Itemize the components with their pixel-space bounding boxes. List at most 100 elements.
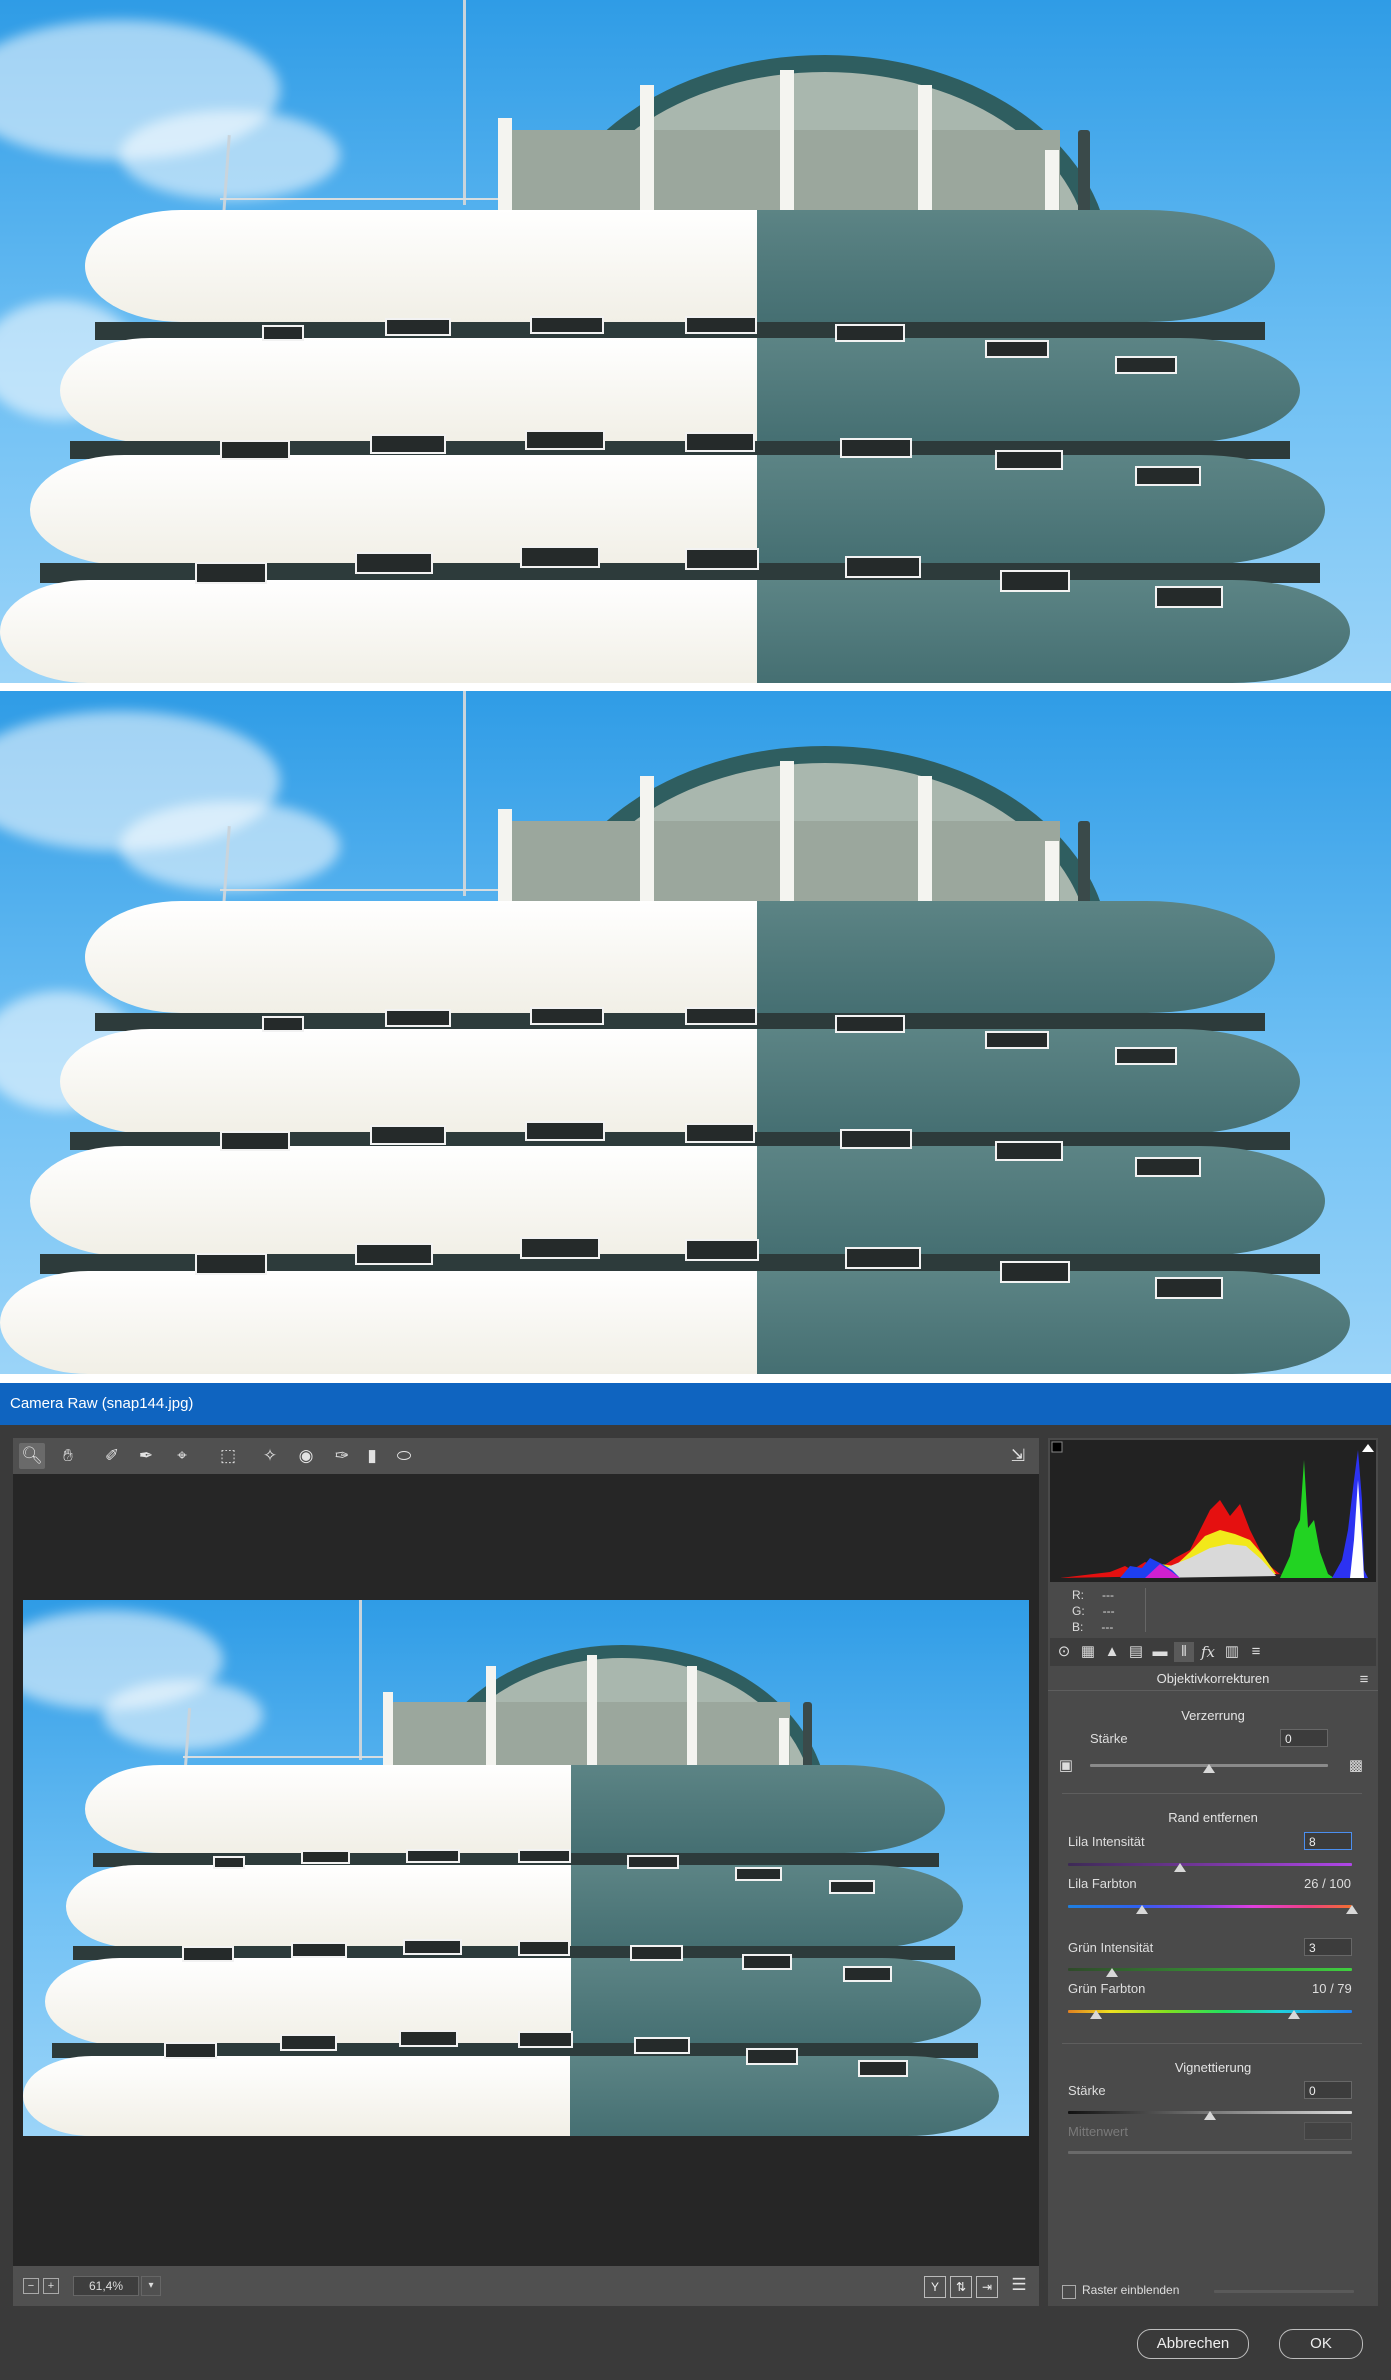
color-sampler-icon[interactable]: ✒ [133, 1443, 159, 1469]
tab-camera-calibration-icon[interactable]: ▥ [1222, 1642, 1242, 1662]
before-after-toggle-icon[interactable]: Y [924, 2276, 946, 2298]
cloud [120, 801, 340, 891]
swap-settings-icon[interactable]: ⇅ [950, 2276, 972, 2298]
barrel-distortion-icon: ▣ [1058, 1757, 1074, 1774]
window [1135, 466, 1201, 486]
vignetting-amount-label: Stärke [1068, 2083, 1106, 2098]
window [301, 1850, 350, 1864]
tab-detail-icon[interactable]: ▲ [1102, 1642, 1122, 1662]
window [525, 430, 605, 450]
window [280, 2034, 337, 2051]
tab-basic-icon[interactable]: ⊙ [1054, 1642, 1074, 1662]
purple-hue-slider-thumb-low[interactable] [1136, 1905, 1148, 1914]
purple-hue-slider[interactable] [1068, 1905, 1352, 1908]
window [220, 440, 290, 460]
zoom-dropdown-chevron-icon[interactable]: ▾ [141, 2276, 161, 2296]
green-hue-slider-thumb-low[interactable] [1090, 2010, 1102, 2019]
spot-removal-icon[interactable]: ✧ [257, 1443, 283, 1469]
tab-split-toning-icon[interactable]: ▬ [1150, 1642, 1170, 1662]
targeted-adjustment-icon[interactable]: ⌖ [169, 1443, 195, 1469]
cloud [120, 110, 340, 200]
distortion-amount-label: Stärke [1090, 1731, 1128, 1746]
distortion-amount-field[interactable]: 0 [1280, 1729, 1328, 1747]
green-hue-slider-thumb-high[interactable] [1288, 2010, 1300, 2019]
tab-lens-corrections-icon[interactable]: ‖ [1174, 1642, 1194, 1662]
zoom-in-button[interactable]: + [43, 2278, 59, 2294]
window [845, 556, 921, 578]
purple-hue-slider-thumb-high[interactable] [1346, 1905, 1358, 1914]
zoom-level-field[interactable]: 61,4% [73, 2276, 139, 2296]
window [685, 1123, 755, 1143]
window [845, 1247, 921, 1269]
tab-presets-icon[interactable]: ≡ [1246, 1642, 1266, 1662]
window [530, 316, 604, 334]
radial-filter-icon[interactable]: ⬭ [391, 1443, 417, 1469]
hand-icon[interactable]: ✋︎ [55, 1443, 81, 1469]
window [1000, 1261, 1070, 1283]
window [742, 1954, 792, 1970]
transform-icon[interactable]: ⬚ [215, 1443, 241, 1469]
distortion-slider-thumb[interactable] [1203, 1764, 1215, 1773]
window [630, 1945, 683, 1961]
window [685, 316, 757, 334]
green-hue-label: Grün Farbton [1068, 1981, 1146, 1996]
window [262, 325, 304, 341]
tab-hsl-icon[interactable]: ▤ [1126, 1642, 1146, 1662]
purple-amount-slider-thumb[interactable] [1174, 1863, 1186, 1872]
view-settings-icon[interactable]: ☰ [1006, 2272, 1032, 2298]
window [1115, 356, 1177, 374]
copy-settings-icon[interactable]: ⇥ [976, 2276, 998, 2298]
zoom-out-button[interactable]: − [23, 2278, 39, 2294]
roof-railing [220, 198, 500, 200]
g-label: G: [1072, 1604, 1085, 1618]
adjustment-brush-icon[interactable]: ✑ [329, 1443, 355, 1469]
green-amount-slider-thumb[interactable] [1106, 1968, 1118, 1977]
panel-menu-icon[interactable]: ≡ [1354, 1670, 1374, 1690]
facade-band [85, 1765, 945, 1853]
antenna [359, 1600, 362, 1760]
purple-hue-value: 26 / 100 [1304, 1876, 1351, 1891]
window [403, 1939, 462, 1955]
window [685, 1239, 759, 1261]
window [1155, 1277, 1223, 1299]
vignetting-amount-field[interactable]: 0 [1304, 2081, 1352, 2099]
cancel-button[interactable]: Abbrechen [1137, 2329, 1249, 2359]
purple-amount-slider[interactable] [1068, 1863, 1352, 1866]
image-divider [0, 1374, 1391, 1383]
window [835, 1015, 905, 1033]
window [518, 2031, 573, 2048]
tab-tone-curve-icon[interactable]: ▦ [1078, 1642, 1098, 1662]
zoom-icon[interactable]: 🔍︎ [19, 1443, 45, 1469]
window [520, 546, 600, 568]
facade-band [0, 580, 1350, 683]
pincushion-distortion-icon: ▩ [1348, 1757, 1364, 1774]
window [685, 432, 755, 452]
histogram [1050, 1440, 1376, 1582]
window [840, 438, 912, 458]
graduated-filter-icon[interactable]: ▮ [359, 1443, 385, 1469]
antenna [463, 0, 466, 205]
preferences-icon[interactable]: ⇲ [1005, 1443, 1031, 1469]
facade-band [85, 901, 1275, 1013]
ok-button[interactable]: OK [1279, 2329, 1363, 2359]
preview-canvas[interactable] [13, 1474, 1039, 2266]
green-hue-slider[interactable] [1068, 2010, 1352, 2013]
purple-amount-field[interactable]: 8 [1304, 1832, 1352, 1850]
window [291, 1942, 347, 1958]
window [399, 2030, 458, 2047]
tab-effects-icon[interactable]: fx [1198, 1642, 1218, 1662]
window [525, 1121, 605, 1141]
before-photo [0, 0, 1391, 683]
grid-checkbox[interactable] [1062, 2285, 1076, 2299]
green-amount-field[interactable]: 3 [1304, 1938, 1352, 1956]
red-eye-icon[interactable]: ◉ [293, 1443, 319, 1469]
window [195, 1253, 267, 1275]
green-amount-label: Grün Intensität [1068, 1940, 1154, 1955]
shadow-clipping-icon [1051, 1441, 1063, 1453]
window [520, 1237, 600, 1259]
g-value: --- [1102, 1604, 1115, 1618]
white-balance-icon[interactable]: ✐ [99, 1443, 125, 1469]
window [355, 1243, 433, 1265]
vignetting-amount-slider-thumb[interactable] [1204, 2111, 1216, 2120]
image-divider [0, 683, 1391, 691]
